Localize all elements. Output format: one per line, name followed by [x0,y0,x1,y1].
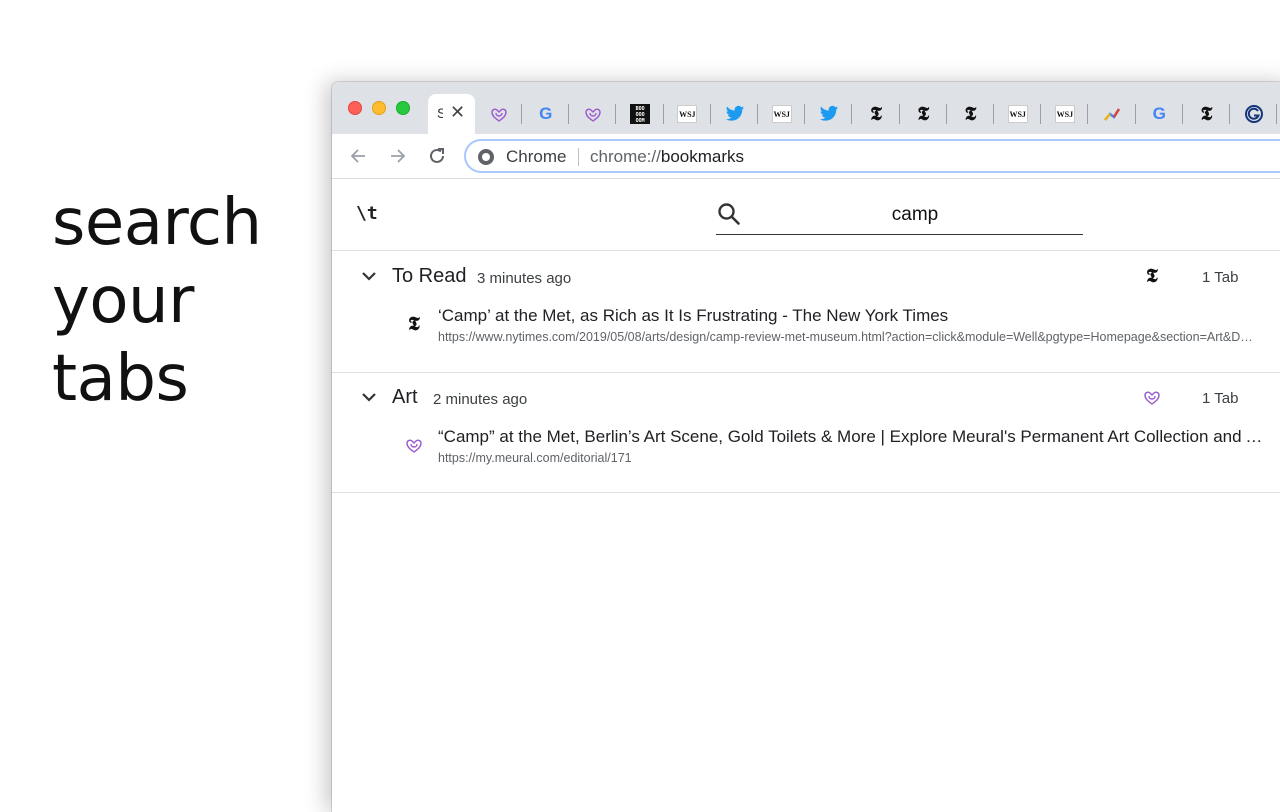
meural-icon [583,104,603,124]
chevron-down-icon[interactable] [360,267,378,285]
list-item[interactable]: “Camp” at the Met, Berlin’s Art Scene, G… [332,427,1280,471]
tab-group-to-read: To Read 3 minutes ago 𝕿 1 Tab 𝕿 ‘Camp’ a… [332,252,1280,373]
address-url[interactable]: chrome://bookmarks [590,147,744,167]
pinned-tabs: G BOO OOO OOM WSJ WSJ 𝕿 𝕿 𝕿 WSJ WSJ G 𝕿 [475,94,1280,134]
pinned-tab[interactable]: WSJ [664,94,711,134]
pinned-tab[interactable]: BOO OOO OOM [617,94,664,134]
pinned-tab[interactable]: WSJ [994,94,1042,134]
list-item[interactable]: 𝕿 ‘Camp’ at the Met, as Rich as It Is Fr… [332,306,1280,350]
browser-toolbar: Chrome chrome://bookmarks [332,134,1280,179]
search-input[interactable] [750,201,1080,229]
pinned-tab[interactable]: WSJ [1041,94,1089,134]
maximize-window-button[interactable] [396,101,410,115]
item-url: https://my.meural.com/editorial/171 [438,451,632,465]
url-path: bookmarks [660,147,744,166]
nyt-icon: 𝕿 [408,313,420,335]
wsj-icon: WSJ [1054,105,1075,123]
tagline-line-2: your [52,264,194,338]
url-scheme: chrome:// [590,147,661,166]
group-header[interactable]: Art 2 minutes ago 1 Tab [332,373,1280,417]
tagline: search your tabs [52,184,262,418]
arrow-right-icon [391,149,406,163]
meural-icon [404,435,424,455]
pinned-tab[interactable]: 𝕿 [1183,94,1230,134]
search-icon [718,203,740,225]
pinned-tab[interactable]: 𝕿 [947,94,994,134]
item-title[interactable]: “Camp” at the Met, Berlin’s Art Scene, G… [438,427,1264,447]
pinned-tab[interactable]: WSJ [758,94,806,134]
tab-group-art: Art 2 minutes ago 1 Tab “Camp” at the Me… [332,373,1280,493]
tab-strip: S ✕ G BOO OOO OOM WSJ WSJ 𝕿 𝕿 𝕿 WSJ WSJ G 𝕿 [332,82,1280,134]
group-time: 3 minutes ago [477,270,572,287]
group-tab-count: 1 Tab [1202,390,1239,407]
pinned-tab[interactable]: 𝕿 [900,94,947,134]
pinned-tab[interactable] [711,94,758,134]
item-url: https://www.nytimes.com/2019/05/08/arts/… [438,330,1258,344]
wsj-icon: WSJ [771,105,792,123]
group-tab-count: 1 Tab [1202,269,1239,286]
google-icon: G [539,104,553,123]
app-header: \t [332,179,1280,251]
pinned-tab[interactable] [805,94,853,134]
address-separator [578,148,579,166]
pinned-tab[interactable]: 𝕿 [853,94,900,134]
close-tab-icon[interactable]: ✕ [450,102,465,123]
pinned-tab[interactable] [1089,94,1136,134]
group-time: 2 minutes ago [433,391,528,408]
site-label: Chrome [506,147,567,166]
group-header[interactable]: To Read 3 minutes ago 𝕿 1 Tab [332,252,1280,296]
reload-button[interactable] [425,144,449,168]
minimize-window-button[interactable] [372,101,386,115]
pinned-tab[interactable]: G [1136,94,1183,134]
nyt-icon: 𝕿 [1200,103,1213,125]
pinned-tab[interactable]: G [522,94,570,134]
analytics-icon [1102,104,1122,124]
pinned-tab[interactable] [1230,94,1278,134]
tagline-line-3: tabs [52,342,189,416]
meural-icon [489,104,509,124]
group-title: Art [392,386,418,408]
tagline-line-1: search [52,186,262,260]
wsj-icon: WSJ [1007,105,1028,123]
tab-title: S [437,105,443,121]
google-icon: G [1152,104,1166,123]
close-window-button[interactable] [348,101,362,115]
chrome-icon [478,149,494,165]
arrow-left-icon [350,149,365,163]
meural-icon [1142,387,1162,407]
back-button[interactable] [346,144,370,168]
grammarly-icon [1244,104,1264,124]
nyt-icon: 𝕿 [1146,265,1158,287]
app-logo: \t [356,203,378,224]
forward-button[interactable] [386,144,410,168]
browser-window: S ✕ G BOO OOO OOM WSJ WSJ 𝕿 𝕿 𝕿 WSJ WSJ G 𝕿 Chrome… [332,82,1280,812]
pinned-tab[interactable] [569,94,617,134]
nyt-icon: 𝕿 [870,103,882,125]
chevron-down-icon[interactable] [360,388,378,406]
item-title[interactable]: ‘Camp’ at the Met, as Rich as It Is Frus… [438,306,1264,326]
boooooom-icon: BOO OOO OOM [630,104,651,124]
twitter-icon [819,104,839,124]
nyt-icon: 𝕿 [917,103,930,125]
tab-active[interactable]: S ✕ [428,94,475,134]
twitter-icon [725,104,745,124]
pinned-tab[interactable] [475,94,522,134]
reload-icon [430,148,444,163]
nyt-icon: 𝕿 [964,103,977,125]
address-bar[interactable]: Chrome chrome://bookmarks [464,139,1280,173]
search-bar [716,199,1083,235]
group-title: To Read [392,265,467,287]
wsj-icon: WSJ [677,105,698,123]
